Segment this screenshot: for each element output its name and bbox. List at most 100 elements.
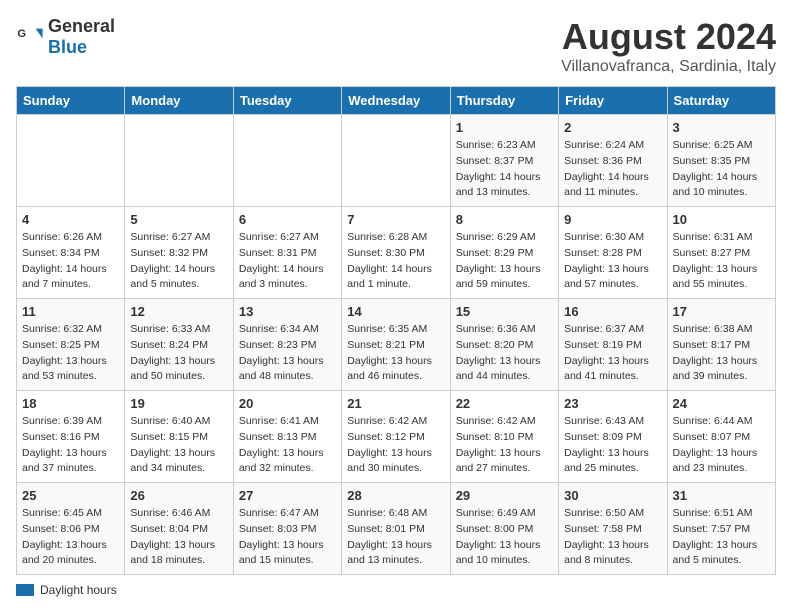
- calendar-cell: [233, 115, 341, 207]
- logo-text-general: General: [48, 16, 115, 36]
- day-number: 21: [347, 396, 444, 411]
- day-info: Sunrise: 6:39 AM Sunset: 8:16 PM Dayligh…: [22, 414, 119, 477]
- calendar-cell: 25 Sunrise: 6:45 AM Sunset: 8:06 PM Dayli…: [17, 483, 125, 575]
- legend-label: Daylight hours: [40, 583, 117, 597]
- calendar-table: SundayMondayTuesdayWednesdayThursdayFrid…: [16, 86, 776, 575]
- calendar-cell: 18 Sunrise: 6:39 AM Sunset: 8:16 PM Dayli…: [17, 391, 125, 483]
- calendar-cell: 27 Sunrise: 6:47 AM Sunset: 8:03 PM Dayli…: [233, 483, 341, 575]
- day-info: Sunrise: 6:42 AM Sunset: 8:10 PM Dayligh…: [456, 414, 553, 477]
- calendar-cell: 8 Sunrise: 6:29 AM Sunset: 8:29 PM Daylig…: [450, 207, 558, 299]
- day-info: Sunrise: 6:36 AM Sunset: 8:20 PM Dayligh…: [456, 322, 553, 385]
- calendar-cell: 5Sunrise: 6:27 AM Sunset: 8:32 PM Daylig…: [125, 207, 233, 299]
- calendar-cell: 9 Sunrise: 6:30 AM Sunset: 8:28 PM Daylig…: [559, 207, 667, 299]
- legend-color-box: [16, 584, 34, 596]
- day-number: 28: [347, 488, 444, 503]
- calendar-cell: 22 Sunrise: 6:42 AM Sunset: 8:10 PM Dayli…: [450, 391, 558, 483]
- day-number: 6: [239, 212, 336, 227]
- calendar-cell: 7 Sunrise: 6:28 AM Sunset: 8:30 PM Daylig…: [342, 207, 450, 299]
- logo-icon: G: [16, 23, 44, 51]
- day-info: Sunrise: 6:37 AM Sunset: 8:19 PM Dayligh…: [564, 322, 661, 385]
- calendar-week-row: 4 Sunrise: 6:26 AM Sunset: 8:34 PM Daylig…: [17, 207, 776, 299]
- day-info: Sunrise: 6:46 AM Sunset: 8:04 PM Dayligh…: [130, 506, 227, 569]
- day-info: Sunrise: 6:26 AM Sunset: 8:34 PM Dayligh…: [22, 230, 119, 293]
- day-number: 19: [130, 396, 227, 411]
- day-number: 1: [456, 120, 553, 135]
- calendar-cell: 10Sunrise: 6:31 AM Sunset: 8:27 PM Dayli…: [667, 207, 775, 299]
- calendar-week-row: 11Sunrise: 6:32 AM Sunset: 8:25 PM Dayli…: [17, 299, 776, 391]
- day-info: Sunrise: 6:45 AM Sunset: 8:06 PM Dayligh…: [22, 506, 119, 569]
- legend: Daylight hours: [16, 583, 776, 597]
- day-number: 18: [22, 396, 119, 411]
- page-header: G General Blue August 2024 Villanovafran…: [16, 16, 776, 76]
- day-info: Sunrise: 6:49 AM Sunset: 8:00 PM Dayligh…: [456, 506, 553, 569]
- day-info: Sunrise: 6:35 AM Sunset: 8:21 PM Dayligh…: [347, 322, 444, 385]
- day-number: 3: [673, 120, 770, 135]
- day-number: 25: [22, 488, 119, 503]
- day-number: 7: [347, 212, 444, 227]
- calendar-cell: [125, 115, 233, 207]
- day-number: 15: [456, 304, 553, 319]
- day-info: Sunrise: 6:51 AM Sunset: 7:57 PM Dayligh…: [673, 506, 770, 569]
- day-info: Sunrise: 6:42 AM Sunset: 8:12 PM Dayligh…: [347, 414, 444, 477]
- day-info: Sunrise: 6:27 AM Sunset: 8:31 PM Dayligh…: [239, 230, 336, 293]
- calendar-cell: 28Sunrise: 6:48 AM Sunset: 8:01 PM Dayli…: [342, 483, 450, 575]
- day-info: Sunrise: 6:29 AM Sunset: 8:29 PM Dayligh…: [456, 230, 553, 293]
- day-info: Sunrise: 6:27 AM Sunset: 8:32 PM Dayligh…: [130, 230, 227, 293]
- day-info: Sunrise: 6:24 AM Sunset: 8:36 PM Dayligh…: [564, 138, 661, 201]
- main-title: August 2024: [561, 16, 776, 58]
- day-info: Sunrise: 6:40 AM Sunset: 8:15 PM Dayligh…: [130, 414, 227, 477]
- day-info: Sunrise: 6:30 AM Sunset: 8:28 PM Dayligh…: [564, 230, 661, 293]
- day-info: Sunrise: 6:44 AM Sunset: 8:07 PM Dayligh…: [673, 414, 770, 477]
- day-info: Sunrise: 6:47 AM Sunset: 8:03 PM Dayligh…: [239, 506, 336, 569]
- day-number: 14: [347, 304, 444, 319]
- calendar-cell: 23Sunrise: 6:43 AM Sunset: 8:09 PM Dayli…: [559, 391, 667, 483]
- day-header-tuesday: Tuesday: [233, 87, 341, 115]
- calendar-cell: 3Sunrise: 6:25 AM Sunset: 8:35 PM Daylig…: [667, 115, 775, 207]
- subtitle: Villanovafranca, Sardinia, Italy: [561, 58, 776, 76]
- day-header-friday: Friday: [559, 87, 667, 115]
- calendar-cell: 15 Sunrise: 6:36 AM Sunset: 8:20 PM Dayli…: [450, 299, 558, 391]
- logo: G General Blue: [16, 16, 115, 58]
- calendar-cell: 31Sunrise: 6:51 AM Sunset: 7:57 PM Dayli…: [667, 483, 775, 575]
- calendar-cell: 19 Sunrise: 6:40 AM Sunset: 8:15 PM Dayli…: [125, 391, 233, 483]
- calendar-cell: 21 Sunrise: 6:42 AM Sunset: 8:12 PM Dayli…: [342, 391, 450, 483]
- calendar-week-row: 18 Sunrise: 6:39 AM Sunset: 8:16 PM Dayli…: [17, 391, 776, 483]
- calendar-week-row: 25 Sunrise: 6:45 AM Sunset: 8:06 PM Dayli…: [17, 483, 776, 575]
- calendar-cell: [342, 115, 450, 207]
- calendar-cell: 20Sunrise: 6:41 AM Sunset: 8:13 PM Dayli…: [233, 391, 341, 483]
- day-info: Sunrise: 6:32 AM Sunset: 8:25 PM Dayligh…: [22, 322, 119, 385]
- day-info: Sunrise: 6:23 AM Sunset: 8:37 PM Dayligh…: [456, 138, 553, 201]
- calendar-cell: 14 Sunrise: 6:35 AM Sunset: 8:21 PM Dayli…: [342, 299, 450, 391]
- day-number: 30: [564, 488, 661, 503]
- day-info: Sunrise: 6:28 AM Sunset: 8:30 PM Dayligh…: [347, 230, 444, 293]
- day-number: 17: [673, 304, 770, 319]
- calendar-cell: 29 Sunrise: 6:49 AM Sunset: 8:00 PM Dayli…: [450, 483, 558, 575]
- day-number: 22: [456, 396, 553, 411]
- calendar-header-row: SundayMondayTuesdayWednesdayThursdayFrid…: [17, 87, 776, 115]
- day-number: 9: [564, 212, 661, 227]
- calendar-cell: 26 Sunrise: 6:46 AM Sunset: 8:04 PM Dayli…: [125, 483, 233, 575]
- day-header-monday: Monday: [125, 87, 233, 115]
- day-number: 27: [239, 488, 336, 503]
- day-number: 4: [22, 212, 119, 227]
- day-info: Sunrise: 6:38 AM Sunset: 8:17 PM Dayligh…: [673, 322, 770, 385]
- calendar-cell: 11Sunrise: 6:32 AM Sunset: 8:25 PM Dayli…: [17, 299, 125, 391]
- calendar-cell: 6 Sunrise: 6:27 AM Sunset: 8:31 PM Daylig…: [233, 207, 341, 299]
- day-number: 26: [130, 488, 227, 503]
- day-number: 2: [564, 120, 661, 135]
- day-info: Sunrise: 6:34 AM Sunset: 8:23 PM Dayligh…: [239, 322, 336, 385]
- day-number: 8: [456, 212, 553, 227]
- calendar-week-row: 1 Sunrise: 6:23 AM Sunset: 8:37 PM Daylig…: [17, 115, 776, 207]
- logo-text-blue: Blue: [48, 37, 87, 57]
- calendar-cell: 16Sunrise: 6:37 AM Sunset: 8:19 PM Dayli…: [559, 299, 667, 391]
- calendar-cell: 24Sunrise: 6:44 AM Sunset: 8:07 PM Dayli…: [667, 391, 775, 483]
- day-number: 29: [456, 488, 553, 503]
- calendar-cell: 4 Sunrise: 6:26 AM Sunset: 8:34 PM Daylig…: [17, 207, 125, 299]
- svg-text:G: G: [17, 28, 26, 40]
- day-info: Sunrise: 6:33 AM Sunset: 8:24 PM Dayligh…: [130, 322, 227, 385]
- calendar-cell: 12Sunrise: 6:33 AM Sunset: 8:24 PM Dayli…: [125, 299, 233, 391]
- day-number: 20: [239, 396, 336, 411]
- day-header-thursday: Thursday: [450, 87, 558, 115]
- day-header-wednesday: Wednesday: [342, 87, 450, 115]
- day-number: 13: [239, 304, 336, 319]
